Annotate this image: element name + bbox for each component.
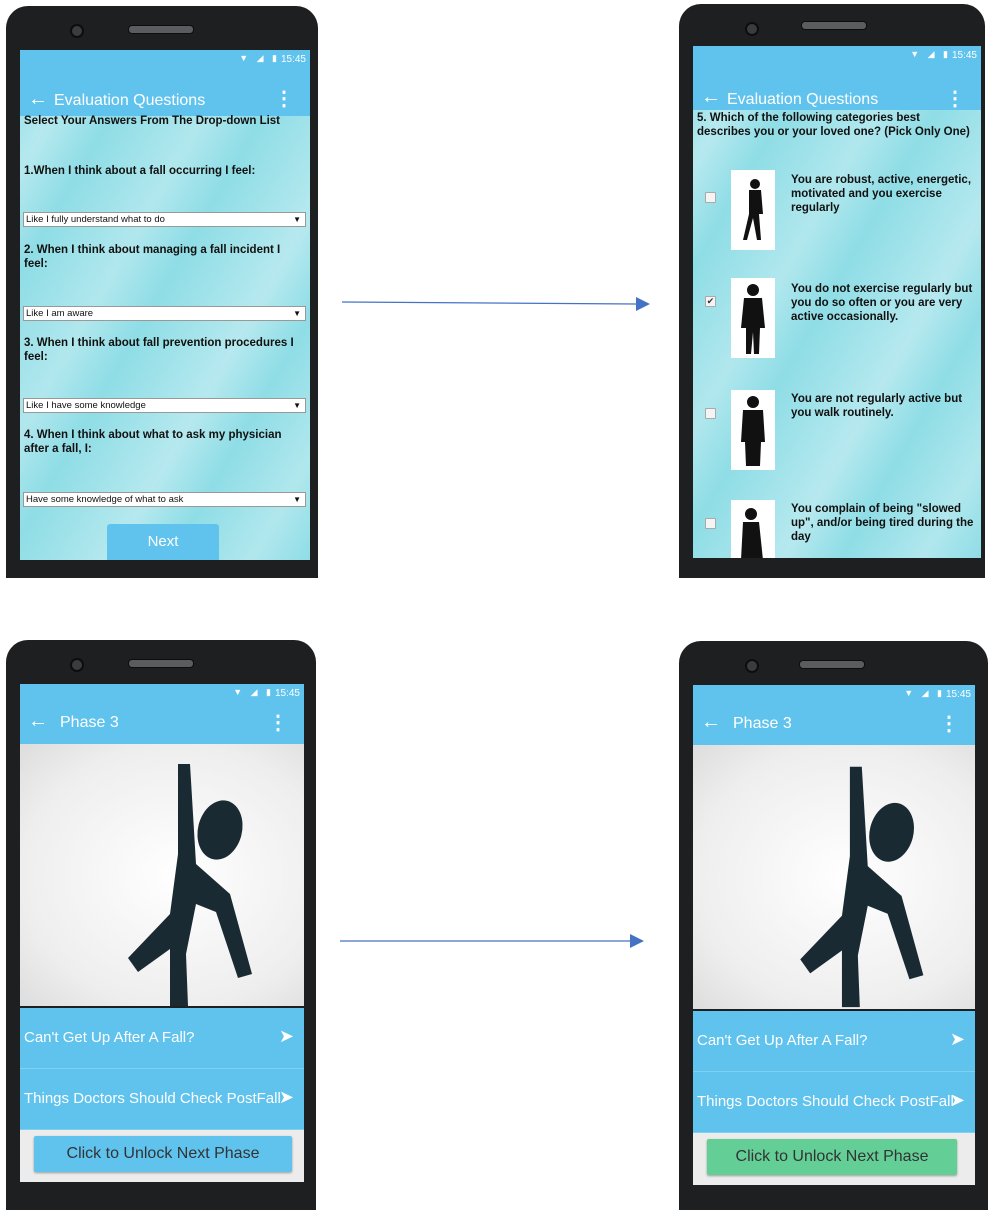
screen-evaluation-dropdowns: ▼ ◢ ▮ 15:45 ← Evaluation Questions ⋮ Sel…: [20, 50, 310, 560]
dropdown-arrow-icon: ▼: [293, 495, 301, 504]
overflow-menu-icon[interactable]: ⋮: [939, 711, 959, 736]
unlock-next-phase-button[interactable]: Click to Unlock Next Phase: [707, 1139, 957, 1175]
screen-evaluation-options: ▼ ◢ ▮ 15:45 ← Evaluation Questions ⋮ 5. …: [693, 46, 981, 558]
answer-1-dropdown[interactable]: Like I fully understand what to do ▼: [23, 212, 306, 227]
list-row-cant-get-up[interactable]: Can't Get Up After A Fall? ➤: [20, 1008, 304, 1069]
answer-4-value: Have some knowledge of what to ask: [26, 494, 184, 505]
option-4-text: You complain of being "slowed up", and/o…: [791, 503, 974, 543]
flow-arrow-top: [341, 297, 650, 311]
camera-icon: [745, 659, 759, 673]
instruction-text: Select Your Answers From The Drop-down L…: [24, 115, 281, 127]
unlock-next-phase-button[interactable]: Click to Unlock Next Phase: [34, 1136, 292, 1172]
falling-person-icon: [800, 766, 924, 1008]
speaker-grille: [799, 660, 865, 669]
screen-phase3-locked: ▼ ◢ ▮ 15:45 ← Phase 3 ⋮ Can't Get Up Aft…: [20, 684, 304, 1198]
signal-battery-icons: ▼ ◢ ▮: [239, 53, 280, 63]
dropdown-arrow-icon: ▼: [293, 401, 301, 410]
status-time: 15:45: [274, 688, 300, 699]
status-time: 15:45: [945, 689, 971, 700]
row-label: Things Doctors Should Check PostFall: [24, 1090, 281, 1107]
row-label: Can't Get Up After A Fall?: [697, 1032, 868, 1049]
back-arrow-icon[interactable]: ←: [28, 710, 48, 733]
phone-frame-evaluation-dropdowns: ▼ ◢ ▮ 15:45 ← Evaluation Questions ⋮ Sel…: [6, 6, 318, 578]
app-bar: ← Phase 3 ⋮: [693, 703, 975, 745]
person-silhouette-icon: [731, 390, 775, 470]
screen-phase3-unlocked: ▼ ◢ ▮ 15:45 ← Phase 3 ⋮ Can't Get Up Aft…: [693, 685, 975, 1200]
camera-icon: [745, 22, 759, 36]
option-row[interactable]: You are not regularly active but you wal…: [693, 386, 981, 476]
app-bar: ← Evaluation Questions ⋮: [693, 64, 981, 110]
phone-frame-evaluation-options: ▼ ◢ ▮ 15:45 ← Evaluation Questions ⋮ 5. …: [679, 4, 985, 578]
signal-battery-icons: ▼ ◢ ▮: [910, 49, 951, 59]
app-bar: ← Phase 3 ⋮: [20, 702, 304, 744]
person-silhouette-icon: [731, 278, 775, 358]
question-5-text: 5. Which of the following categories bes…: [697, 112, 970, 138]
answer-3-value: Like I have some knowledge: [26, 400, 146, 411]
send-arrow-icon: ➤: [278, 1087, 294, 1107]
row-label: Can't Get Up After A Fall?: [24, 1029, 195, 1046]
list-row-cant-get-up[interactable]: Can't Get Up After A Fall? ➤: [693, 1011, 975, 1072]
option-3-checkbox[interactable]: [705, 408, 716, 419]
speaker-grille: [128, 25, 194, 34]
option-row[interactable]: You complain of being "slowed up", and/o…: [693, 498, 981, 558]
option-row[interactable]: ✔ You do not exercise regularly but you …: [693, 278, 981, 368]
list-row-doctors-check[interactable]: Things Doctors Should Check PostFall ➤: [693, 1072, 975, 1133]
send-arrow-icon: ➤: [949, 1090, 965, 1110]
falling-person-illustration: [693, 745, 975, 1009]
overflow-menu-icon[interactable]: ⋮: [945, 86, 965, 111]
option-1-checkbox[interactable]: [705, 192, 716, 203]
dropdown-arrow-icon: ▼: [293, 309, 301, 318]
status-time: 15:45: [951, 50, 977, 61]
page-title: Evaluation Questions: [54, 92, 206, 109]
overflow-menu-icon[interactable]: ⋮: [274, 86, 294, 111]
status-bar: ▼ ◢ ▮ 15:45: [693, 685, 975, 703]
person-silhouette-icon: [731, 170, 775, 250]
status-bar: ▼ ◢ ▮ 15:45: [20, 50, 310, 68]
person-silhouette-icon: [731, 500, 775, 558]
question-3-text: 3. When I think about fall prevention pr…: [24, 337, 294, 363]
answer-4-dropdown[interactable]: Have some knowledge of what to ask ▼: [23, 492, 306, 507]
signal-battery-icons: ▼ ◢ ▮: [233, 687, 274, 697]
status-bar: ▼ ◢ ▮ 15:45: [20, 684, 304, 702]
row-label: Things Doctors Should Check PostFall: [697, 1093, 954, 1110]
send-arrow-icon: ➤: [949, 1029, 965, 1049]
page-title: Phase 3: [60, 714, 119, 731]
status-bar: ▼ ◢ ▮ 15:45: [693, 46, 981, 64]
dropdown-arrow-icon: ▼: [293, 215, 301, 224]
option-row[interactable]: You are robust, active, energetic, motiv…: [693, 170, 981, 260]
list-row-doctors-check[interactable]: Things Doctors Should Check PostFall ➤: [20, 1069, 304, 1130]
page-title: Evaluation Questions: [727, 91, 879, 108]
falling-person-illustration: [20, 744, 304, 1006]
question-2-text: 2. When I think about managing a fall in…: [24, 244, 281, 270]
answer-2-value: Like I am aware: [26, 308, 94, 319]
option-3-text: You are not regularly active but you wal…: [791, 393, 963, 419]
question-4-text: 4. When I think about what to ask my phy…: [24, 429, 282, 455]
option-1-text: You are robust, active, energetic, motiv…: [791, 174, 972, 214]
page-title: Phase 3: [733, 715, 792, 732]
answer-1-value: Like I fully understand what to do: [26, 214, 165, 225]
back-arrow-icon[interactable]: ←: [701, 86, 721, 109]
question-1-text: 1.When I think about a fall occurring I …: [24, 165, 256, 177]
answer-3-dropdown[interactable]: Like I have some knowledge ▼: [23, 398, 306, 413]
flow-arrow-bottom: [340, 934, 644, 948]
phone-frame-phase3-unlocked: ▼ ◢ ▮ 15:45 ← Phase 3 ⋮ Can't Get Up Aft…: [679, 641, 988, 1210]
answer-2-dropdown[interactable]: Like I am aware ▼: [23, 306, 306, 321]
camera-icon: [70, 24, 84, 38]
status-time: 15:45: [280, 54, 306, 65]
signal-battery-icons: ▼ ◢ ▮: [904, 688, 945, 698]
phone-frame-phase3-locked: ▼ ◢ ▮ 15:45 ← Phase 3 ⋮ Can't Get Up Aft…: [6, 640, 316, 1210]
camera-icon: [70, 658, 84, 672]
speaker-grille: [128, 659, 194, 668]
back-arrow-icon[interactable]: ←: [701, 711, 721, 734]
send-arrow-icon: ➤: [278, 1026, 294, 1046]
option-2-text: You do not exercise regularly but you do…: [791, 283, 973, 323]
overflow-menu-icon[interactable]: ⋮: [268, 710, 288, 735]
back-arrow-icon[interactable]: ←: [28, 88, 48, 111]
option-4-checkbox[interactable]: [705, 518, 716, 529]
falling-person-icon: [128, 764, 252, 1006]
next-button[interactable]: Next: [107, 524, 219, 560]
speaker-grille: [801, 21, 867, 30]
app-bar: ← Evaluation Questions ⋮: [20, 68, 310, 116]
option-2-checkbox[interactable]: ✔: [705, 296, 716, 307]
